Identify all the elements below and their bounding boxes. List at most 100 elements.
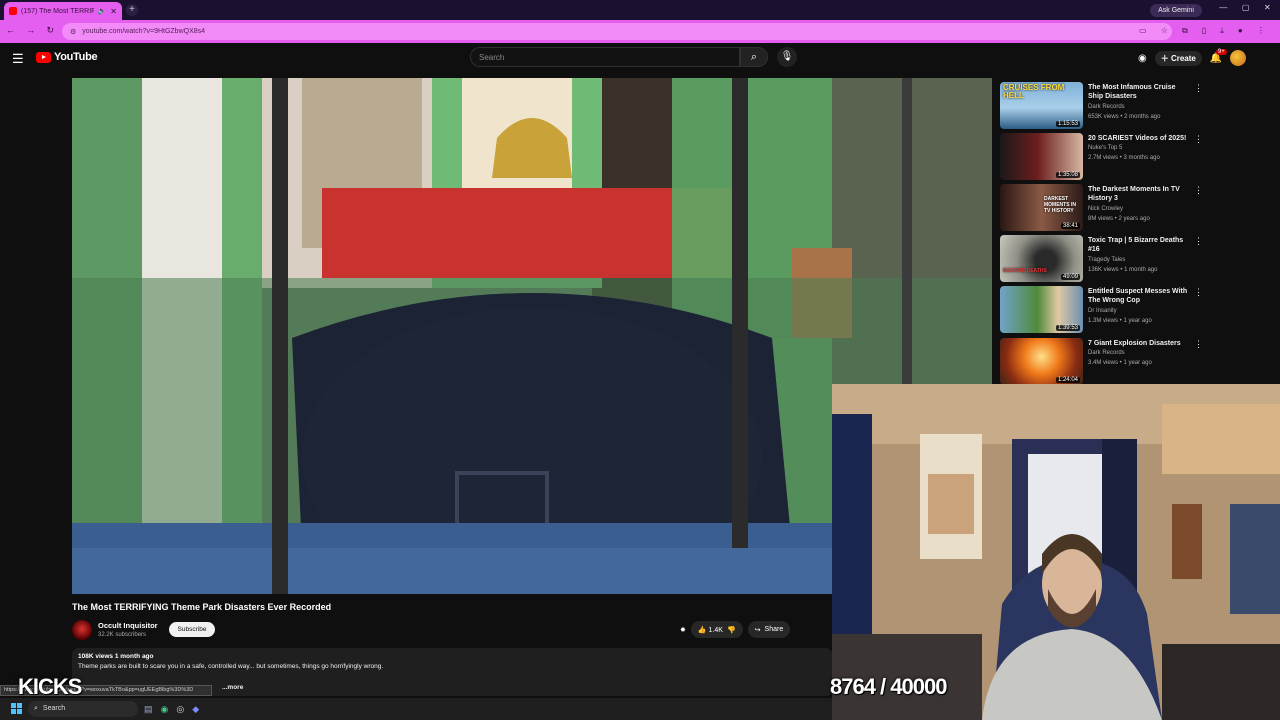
extensions-icon[interactable]: ⧉: [1182, 26, 1188, 38]
taskbar-apps: ▤ ◉ ◎ ◆: [144, 701, 234, 717]
more-options-icon[interactable]: ⋮: [1194, 185, 1203, 196]
notifications-bell-icon[interactable]: 🔔 9+: [1210, 48, 1227, 64]
duration-badge: 49:09: [1060, 274, 1080, 280]
search-input[interactable]: Search: [470, 47, 740, 67]
recommendation-channel: Dr Insanity: [1088, 308, 1117, 314]
sidepanel-icon[interactable]: ▯: [1202, 26, 1206, 38]
webcam-image: [832, 384, 1280, 720]
hype-icon[interactable]: ✸: [680, 626, 686, 634]
video-thumbnail: DARKEST MOMENTS IN TV HISTORY 38:41: [1000, 184, 1083, 231]
bookmark-star-icon[interactable]: ☆: [1161, 26, 1168, 38]
like-button[interactable]: 👍 1.4K: [698, 626, 723, 634]
nav-buttons: ← → ↻: [6, 25, 54, 37]
recommendation-channel: Nick Crowley: [1088, 206, 1124, 212]
profile-icon[interactable]: ●: [1238, 26, 1243, 38]
youtube-logo-text: YouTube: [54, 51, 98, 63]
thumbnail-text: CRUISES FROM HELL: [1003, 83, 1065, 100]
close-window-icon[interactable]: ✕: [1264, 3, 1271, 17]
more-options-icon[interactable]: ⋮: [1194, 83, 1203, 94]
dislike-button[interactable]: 👎: [727, 626, 736, 634]
more-options-icon[interactable]: ⋮: [1194, 287, 1203, 298]
channel-name[interactable]: Occult Inquisitor: [98, 621, 158, 630]
duration-badge: 1:35:08: [1055, 172, 1080, 178]
mute-tab-icon[interactable]: 🔈: [98, 7, 107, 15]
minimize-icon[interactable]: —: [1219, 3, 1227, 17]
windows-start-icon[interactable]: [11, 703, 22, 714]
recommendation-meta: 136K views • 1 month ago: [1088, 267, 1158, 273]
site-info-icon[interactable]: ⚙: [70, 28, 76, 36]
taskbar-search-label: Search: [42, 705, 66, 712]
video-thumbnail: 1:35:08: [1000, 133, 1083, 180]
more-options-icon[interactable]: ⋮: [1194, 134, 1203, 145]
reload-icon[interactable]: ↻: [46, 25, 54, 37]
ask-gemini-button[interactable]: Ask Gemini: [1150, 4, 1202, 17]
search-button[interactable]: ⌕: [740, 47, 768, 67]
recommendation-title: Toxic Trap | 5 Bizarre Deaths #16: [1088, 237, 1184, 253]
video-thumbnail: BIZARRE DEATHS 49:09: [1000, 235, 1083, 282]
youtube-play-icon: [36, 51, 51, 63]
more-options-icon[interactable]: ⋮: [1194, 236, 1203, 247]
share-button[interactable]: ↪ Share: [747, 621, 791, 638]
list-item[interactable]: BIZARRE DEATHS 49:09 Toxic Trap | 5 Biza…: [1000, 235, 1210, 283]
cast-icon[interactable]: ▭: [1139, 26, 1147, 38]
video-thumbnail: 1:39:53: [1000, 286, 1083, 333]
more-options-icon[interactable]: ⋮: [1194, 339, 1203, 350]
list-item[interactable]: 1:24:04 7 Giant Explosion Disasters Dark…: [1000, 338, 1210, 386]
hamburger-menu-icon[interactable]: ☰: [12, 51, 24, 67]
recommendation-meta: 8M views • 2 years ago: [1088, 216, 1150, 222]
duration-badge: 1:39:53: [1055, 325, 1080, 331]
voice-search-button[interactable]: 🎙: [777, 47, 797, 67]
new-tab-button[interactable]: +: [126, 4, 138, 16]
obs-icon[interactable]: ◎: [176, 704, 184, 715]
download-icon[interactable]: ⤓: [1220, 26, 1224, 38]
subscriber-count: 32.2K subscribers: [98, 632, 147, 638]
create-button[interactable]: ＋ Create: [1154, 50, 1202, 66]
live-icon[interactable]: ◉: [1138, 53, 1147, 64]
notification-count-badge: 9+: [1215, 48, 1227, 55]
avatar[interactable]: [1230, 50, 1247, 66]
video-actions: ✸ 👍 1.4K 👎 ↪ Share: [680, 621, 832, 638]
forward-arrow-icon[interactable]: →: [26, 25, 35, 37]
recommendation-title: 7 Giant Explosion Disasters: [1088, 340, 1181, 347]
browser-tab-active[interactable]: (157) The Most TERRIFYI... 🔈 ✕: [4, 2, 122, 20]
like-dislike-group: 👍 1.4K 👎: [690, 621, 743, 638]
youtube-favicon-icon: [9, 7, 17, 15]
chrome-icon[interactable]: ◉: [161, 704, 169, 715]
back-arrow-icon[interactable]: ←: [6, 25, 15, 37]
maximize-icon[interactable]: ▢: [1242, 3, 1250, 17]
file-explorer-icon[interactable]: ▤: [144, 704, 153, 715]
description-text: Theme parks are built to scare you in a …: [78, 663, 384, 670]
recommendation-title: 20 SCARIEST Videos of 2025!: [1088, 135, 1187, 142]
recommendation-meta: 2.7M views • 3 months ago: [1088, 155, 1160, 161]
close-tab-icon[interactable]: ✕: [110, 7, 117, 16]
list-item[interactable]: DARKEST MOMENTS IN TV HISTORY 38:41 The …: [1000, 184, 1210, 232]
browser-tab-strip: [0, 0, 1280, 20]
stream-overlay-label: KICKS: [18, 674, 82, 699]
youtube-logo[interactable]: YouTube: [36, 51, 98, 63]
microphone-icon: 🎙: [780, 51, 794, 62]
duration-badge: 38:41: [1060, 223, 1080, 229]
like-count: 1.4K: [708, 626, 723, 634]
discord-icon[interactable]: ◆: [192, 704, 199, 715]
taskbar-search[interactable]: ⌕ Search: [28, 701, 138, 717]
recommendation-meta: 3.4M views • 1 year ago: [1088, 360, 1152, 366]
channel-avatar[interactable]: [72, 620, 92, 640]
recommendation-title: Entitled Suspect Messes With The Wrong C…: [1088, 288, 1188, 304]
recommendation-title: The Most Infamous Cruise Ship Disasters: [1088, 84, 1176, 100]
recommendation-channel: Tragedy Tales: [1088, 257, 1126, 263]
list-item[interactable]: 1:39:53 Entitled Suspect Messes With The…: [1000, 286, 1210, 334]
browser-menu-icon[interactable]: ⋮: [1257, 26, 1265, 38]
recommendation-title: The Darkest Moments In TV History 3: [1088, 186, 1180, 202]
url-text: youtube.com/watch?v=9HtGZbwQX8s4: [82, 28, 206, 35]
video-title: The Most TERRIFYING Theme Park Disasters…: [72, 602, 332, 612]
url-field[interactable]: ⚙ youtube.com/watch?v=9HtGZbwQX8s4: [62, 23, 1172, 40]
duration-badge: 1:24:04: [1055, 377, 1080, 383]
list-item[interactable]: CRUISES FROM HELL 1:15:53 The Most Infam…: [1000, 82, 1210, 130]
webcam-overlay: [832, 384, 1280, 720]
show-more-link[interactable]: ...more: [222, 684, 243, 691]
goal-counter: 8764 / 40000: [830, 674, 947, 699]
share-label: Share: [764, 626, 784, 633]
list-item[interactable]: 1:35:08 20 SCARIEST Videos of 2025! Nuke…: [1000, 133, 1210, 181]
thumbnail-text: DARKEST MOMENTS IN TV HISTORY: [1044, 196, 1076, 214]
subscribe-button[interactable]: Subscribe: [169, 622, 215, 637]
